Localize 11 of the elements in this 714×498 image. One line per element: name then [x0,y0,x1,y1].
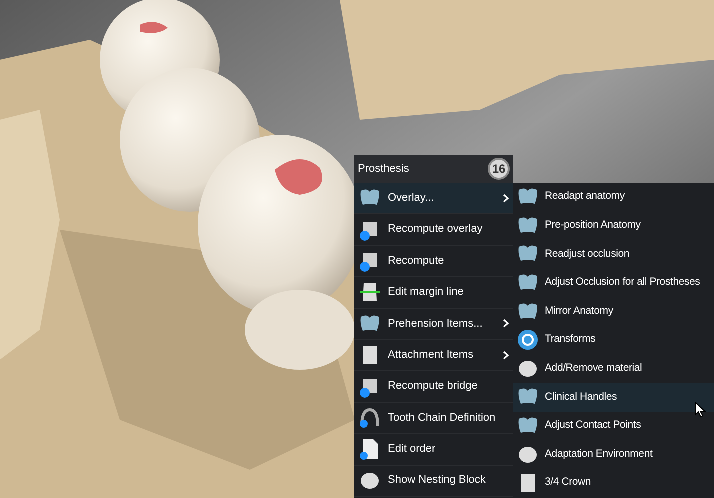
arch-icon [358,406,382,430]
contact-area-mark [140,22,168,34]
contact-area-mark [275,160,322,195]
count-badge: 16 [488,158,510,180]
submenu-item[interactable]: Clinical Handles [513,383,714,412]
menu-item[interactable]: Overlay... [354,183,513,214]
mouse-cursor-icon [695,402,706,418]
menu-item[interactable]: Tooth Chain Definition [354,402,513,434]
menu-title: Prosthesis [358,162,410,177]
menu-item[interactable]: Prehension Items... [354,308,513,340]
menu-item[interactable]: Show Nesting Block [354,466,513,497]
